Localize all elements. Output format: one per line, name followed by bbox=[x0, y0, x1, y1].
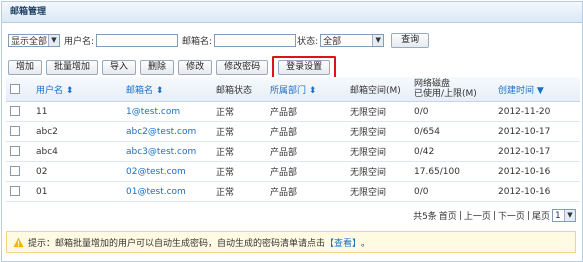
row-checkbox[interactable] bbox=[10, 106, 20, 117]
cell-disk: 0/0 bbox=[410, 101, 494, 122]
cell-username: abc4 bbox=[32, 141, 122, 162]
cell-status: 正常 bbox=[212, 181, 266, 202]
batch-add-button[interactable]: 批量增加 bbox=[46, 60, 99, 75]
delete-button[interactable]: 删除 bbox=[140, 60, 175, 75]
row-checkbox[interactable] bbox=[10, 186, 20, 197]
cell-mailbox-link[interactable]: 02@test.com bbox=[122, 161, 212, 182]
view-link[interactable]: 【查看】 bbox=[325, 236, 361, 249]
prev-page-link[interactable]: 上一页 bbox=[464, 209, 491, 222]
table-row[interactable]: abc2 abc2@test.com 正常 产品部 无限空间 0/654 201… bbox=[6, 121, 580, 142]
tip-end: 。 bbox=[361, 238, 371, 249]
table-row[interactable]: 02 02@test.com 正常 产品部 无限空间 17.65/100 201… bbox=[6, 161, 580, 182]
row-checkbox[interactable] bbox=[10, 126, 20, 137]
col-mailbox[interactable]: 邮箱名 ⬍ bbox=[122, 77, 212, 102]
tip-bar: 提示：邮箱批量增加的用户可以自动生成密码，自动生成的密码清单请点击 【查看】。 bbox=[6, 231, 576, 253]
cell-mailbox-link[interactable]: 01@test.com bbox=[122, 181, 212, 202]
cell-created: 2012-11-20 bbox=[494, 101, 580, 122]
pagination: 共5条 首页 | 上一页 | 下一页 | 尾页 1 ▼ bbox=[413, 209, 576, 222]
cell-space: 无限空间 bbox=[346, 121, 410, 142]
table-row[interactable]: 01 01@test.com 正常 产品部 无限空间 0/0 2012-10-1… bbox=[6, 181, 580, 202]
username-input[interactable] bbox=[96, 33, 179, 47]
status-select-value: 全部 bbox=[323, 36, 342, 47]
next-page-link[interactable]: 下一页 bbox=[498, 209, 525, 222]
cell-disk: 0/0 bbox=[410, 181, 494, 202]
filter-bar: 显示全部 ▼ 用户名: 邮箱名: 状态: 全部 ▼ 查询 bbox=[8, 32, 430, 48]
cell-mailbox-link[interactable]: abc2@test.com bbox=[122, 121, 212, 142]
status-select[interactable]: 全部 ▼ bbox=[320, 33, 385, 47]
row-checkbox[interactable] bbox=[10, 146, 20, 157]
col-status: 邮箱状态 bbox=[212, 77, 266, 102]
add-button[interactable]: 增加 bbox=[8, 60, 43, 75]
sort-icon: ⬍ bbox=[153, 85, 164, 96]
login-settings-button[interactable]: 登录设置 bbox=[278, 60, 331, 75]
panel-title: 邮箱管理 bbox=[2, 2, 582, 23]
cell-dept: 产品部 bbox=[266, 181, 346, 202]
cell-mailbox-link[interactable]: 1@test.com bbox=[122, 101, 212, 122]
cell-dept: 产品部 bbox=[266, 141, 346, 162]
display-select-value: 显示全部 bbox=[11, 36, 48, 47]
tip-text: 提示：邮箱批量增加的用户可以自动生成密码，自动生成的密码清单请点击 bbox=[28, 238, 326, 249]
page-select[interactable]: 1 ▼ bbox=[552, 209, 576, 222]
import-button[interactable]: 导入 bbox=[102, 60, 137, 75]
cell-status: 正常 bbox=[212, 141, 266, 162]
cell-created: 2012-10-17 bbox=[494, 141, 580, 162]
cell-created: 2012-10-17 bbox=[494, 121, 580, 142]
cell-space: 无限空间 bbox=[346, 141, 410, 162]
edit-button[interactable]: 修改 bbox=[178, 60, 213, 75]
table-header-row: 用户名 ⬍ 邮箱名 ⬍ 邮箱状态 所属部门 ⬍ 邮箱空间(M) 网络磁盘 已使用/… bbox=[6, 77, 580, 102]
mailbox-management-panel: 邮箱管理 显示全部 ▼ 用户名: 邮箱名: 状态: 全部 ▼ 查询 增加 批量增… bbox=[1, 1, 583, 262]
total-count: 共5条 bbox=[413, 212, 437, 222]
cell-mailbox-link[interactable]: abc3@test.com bbox=[122, 141, 212, 162]
last-page-link[interactable]: 尾页 bbox=[532, 209, 550, 222]
cell-space: 无限空间 bbox=[346, 101, 410, 122]
cell-status: 正常 bbox=[212, 101, 266, 122]
mailbox-input[interactable] bbox=[214, 33, 297, 47]
col-created[interactable]: 创建时间 ▼ bbox=[494, 77, 580, 102]
action-toolbar: 增加 批量增加 导入 删除 修改 修改密码 登录设置 bbox=[8, 56, 337, 79]
cell-created: 2012-10-16 bbox=[494, 181, 580, 202]
cell-username: 02 bbox=[32, 161, 122, 182]
cell-disk: 0/654 bbox=[410, 121, 494, 142]
cell-status: 正常 bbox=[212, 121, 266, 142]
col-username[interactable]: 用户名 ⬍ bbox=[32, 77, 122, 102]
cell-created: 2012-10-16 bbox=[494, 161, 580, 182]
username-label: 用户名: bbox=[64, 36, 95, 47]
row-checkbox[interactable] bbox=[10, 166, 20, 177]
cell-disk: 17.65/100 bbox=[410, 161, 494, 182]
query-button[interactable]: 查询 bbox=[391, 32, 430, 48]
cell-space: 无限空间 bbox=[346, 161, 410, 182]
login-settings-highlight: 登录设置 bbox=[272, 56, 337, 79]
col-space: 邮箱空间(M) bbox=[346, 77, 410, 102]
display-select[interactable]: 显示全部 ▼ bbox=[8, 33, 60, 47]
col-disk: 网络磁盘 已使用/上限(M) bbox=[410, 77, 494, 102]
status-label: 状态: bbox=[297, 36, 319, 47]
chevron-down-icon: ▼ bbox=[564, 210, 575, 221]
warning-icon bbox=[13, 236, 24, 247]
sort-icon: ⬍ bbox=[63, 85, 74, 96]
page-select-value: 1 bbox=[555, 210, 561, 221]
cell-username: 01 bbox=[32, 181, 122, 202]
table-row[interactable]: 11 1@test.com 正常 产品部 无限空间 0/0 2012-11-20 bbox=[6, 101, 580, 122]
chevron-down-icon: ▼ bbox=[372, 34, 384, 46]
first-page-link[interactable]: 首页 bbox=[439, 209, 457, 222]
chevron-down-icon: ▼ bbox=[48, 34, 59, 46]
cell-username: 11 bbox=[32, 101, 122, 122]
mailbox-label: 邮箱名: bbox=[182, 36, 213, 47]
sort-desc-icon: ▼ bbox=[534, 85, 544, 96]
table-row[interactable]: abc4 abc3@test.com 正常 产品部 无限空间 0/42 2012… bbox=[6, 141, 580, 162]
select-all-checkbox[interactable] bbox=[10, 83, 20, 94]
cell-status: 正常 bbox=[212, 161, 266, 182]
mailbox-table: 用户名 ⬍ 邮箱名 ⬍ 邮箱状态 所属部门 ⬍ 邮箱空间(M) 网络磁盘 已使用/… bbox=[6, 77, 580, 202]
cell-dept: 产品部 bbox=[266, 121, 346, 142]
cell-dept: 产品部 bbox=[266, 101, 346, 122]
cell-dept: 产品部 bbox=[266, 161, 346, 182]
sort-icon: ⬍ bbox=[306, 85, 317, 96]
cell-space: 无限空间 bbox=[346, 181, 410, 202]
cell-disk: 0/42 bbox=[410, 141, 494, 162]
change-password-button[interactable]: 修改密码 bbox=[216, 60, 269, 75]
col-dept[interactable]: 所属部门 ⬍ bbox=[266, 77, 346, 102]
cell-username: abc2 bbox=[32, 121, 122, 142]
